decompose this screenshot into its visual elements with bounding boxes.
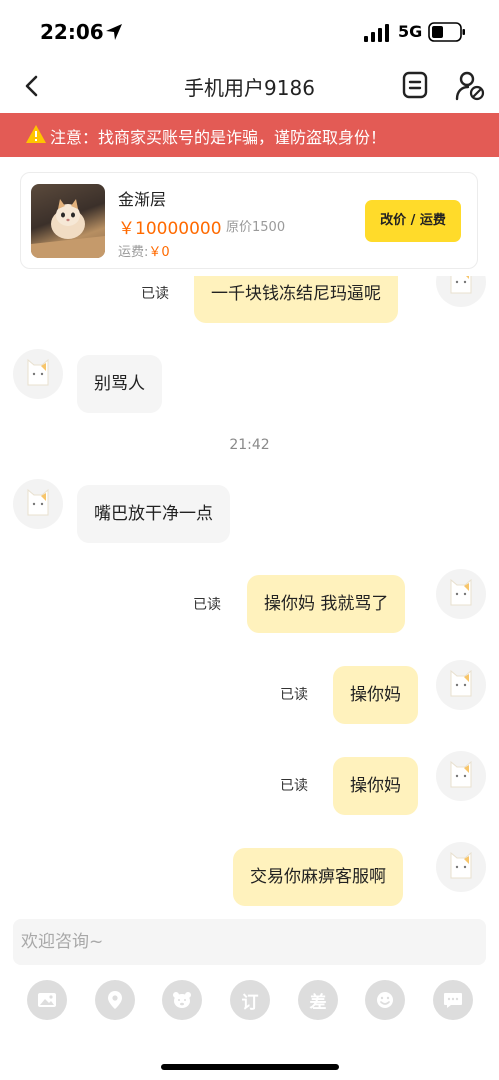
bad-glyph: 差: [309, 992, 327, 1013]
cat-avatar-icon: [27, 358, 49, 386]
location-icon: [108, 991, 122, 1009]
shipping-value: ￥0: [148, 245, 170, 260]
product-shipping: 运费:￥0: [118, 241, 170, 260]
smile-icon: [377, 992, 393, 1008]
product-image[interactable]: [31, 184, 105, 258]
status-bar: 22:06 5G: [0, 0, 499, 62]
read-status: 已读: [280, 687, 308, 703]
emoji-bear-icon: [173, 992, 191, 1008]
product-original-price: 原价1500: [226, 220, 286, 235]
message-bubble[interactable]: 操你妈 我就骂了: [247, 575, 406, 633]
cat-avatar-icon: [27, 488, 49, 516]
order-icon[interactable]: [400, 70, 430, 100]
read-status: 已读: [280, 778, 308, 794]
warning-icon: [26, 125, 46, 143]
message-bubble[interactable]: 别骂人: [77, 355, 162, 413]
location-button[interactable]: [95, 980, 135, 1020]
order-glyph: 订: [241, 992, 259, 1013]
message-bubble[interactable]: 嘴巴放干净一点: [77, 485, 230, 543]
avatar[interactable]: [436, 276, 486, 307]
input-toolbar: 订 差: [0, 980, 499, 1024]
avatar[interactable]: [436, 569, 486, 619]
emoji-button[interactable]: [365, 980, 405, 1020]
sticker-button[interactable]: [162, 980, 202, 1020]
avatar[interactable]: [436, 842, 486, 892]
more-button[interactable]: [433, 980, 473, 1020]
message-bubble[interactable]: 交易你麻痹客服啊: [233, 848, 403, 906]
order-shortcut-button[interactable]: 订: [230, 980, 270, 1020]
image-icon: [38, 993, 56, 1007]
edit-price-shipping-button[interactable]: 改价 / 运费: [365, 200, 461, 242]
nav-bar: 手机用户9186: [0, 62, 499, 112]
home-indicator[interactable]: [161, 1064, 339, 1070]
message-input[interactable]: [13, 919, 486, 965]
shipping-label: 运费:: [118, 245, 149, 260]
avatar[interactable]: [13, 349, 63, 399]
avatar[interactable]: [436, 751, 486, 801]
chat-area[interactable]: 已读 一千块钱冻结尼玛逼呢 别骂人 21:42 嘴巴放干净一点 已读 操你妈 我…: [0, 276, 499, 910]
signal-icon: [364, 24, 389, 42]
kitten-photo: [31, 199, 105, 258]
cat-avatar-icon: [450, 669, 472, 697]
read-status: 已读: [193, 597, 221, 613]
product-name: 金渐层: [118, 190, 167, 209]
product-price: ￥10000000: [118, 219, 222, 239]
message-bubble[interactable]: 操你妈: [333, 666, 418, 724]
more-icon: [444, 993, 462, 1008]
network-label: 5G: [398, 22, 423, 41]
battery-icon: [428, 22, 465, 42]
avatar[interactable]: [436, 660, 486, 710]
read-status: 已读: [141, 286, 169, 302]
time-divider: 21:42: [229, 437, 270, 453]
product-card[interactable]: 金渐层 ￥10000000 原价1500 运费:￥0 改价 / 运费: [20, 172, 478, 269]
cat-avatar-icon: [450, 851, 472, 879]
message-bubble[interactable]: 一千块钱冻结尼玛逼呢: [194, 276, 398, 323]
warning-text: 注意：找商家买账号的是诈骗，谨防盗取身份！: [50, 128, 387, 147]
status-time: 22:06: [40, 20, 104, 44]
cat-avatar-icon: [450, 578, 472, 606]
cat-avatar-icon: [450, 760, 472, 788]
image-button[interactable]: [27, 980, 67, 1020]
warning-banner: 注意：找商家买账号的是诈骗，谨防盗取身份！: [0, 113, 499, 157]
avatar[interactable]: [13, 479, 63, 529]
user-block-icon[interactable]: [454, 70, 486, 102]
message-bubble[interactable]: 操你妈: [333, 757, 418, 815]
bad-review-button[interactable]: 差: [298, 980, 338, 1020]
cat-avatar-icon: [450, 276, 472, 294]
location-arrow-icon: [106, 24, 122, 40]
